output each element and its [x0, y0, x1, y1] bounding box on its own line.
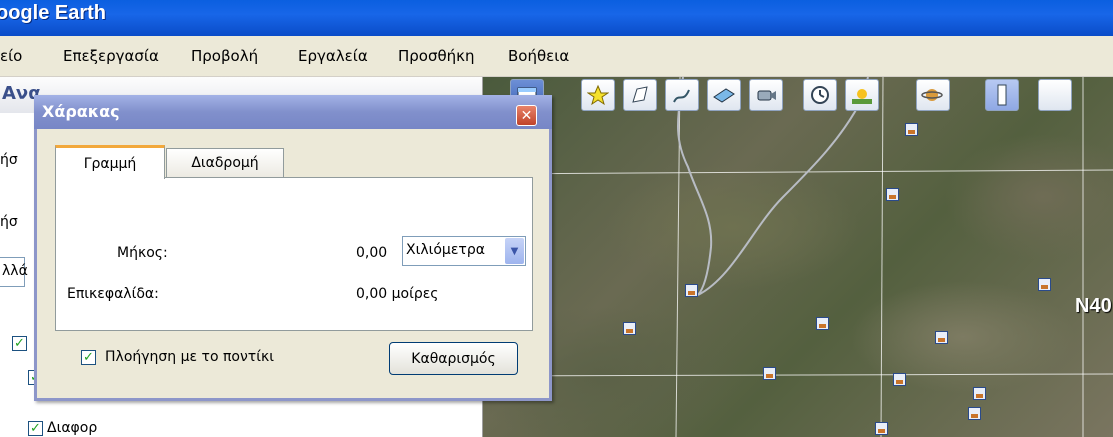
heading-label: Επικεφαλίδα: — [67, 286, 159, 302]
layer-checkbox[interactable]: ✓ — [12, 336, 27, 351]
sunlight-icon[interactable] — [845, 79, 879, 111]
lat-long-grid — [483, 77, 1113, 437]
menu-view[interactable]: Προβολή — [191, 47, 258, 65]
left-panel-fragment: ήσ — [0, 152, 18, 168]
window-title: oogle Earth — [0, 2, 107, 24]
photo-marker-icon[interactable] — [875, 422, 888, 435]
planets-icon[interactable] — [916, 79, 950, 111]
left-panel-fragment: ήσ — [0, 214, 18, 230]
map-toolbar — [483, 79, 1113, 115]
tab-path-label: Διαδρομή — [191, 155, 259, 171]
photo-marker-icon[interactable] — [893, 373, 906, 386]
length-label: Μήκος: — [117, 245, 168, 261]
polygon-icon[interactable] — [623, 79, 657, 111]
search-input[interactable]: λλά — [0, 257, 28, 287]
tab-line-label: Γραμμή — [83, 155, 137, 172]
heading-value: 0,00 μοίρες — [356, 286, 439, 302]
layer-label: Διαφορ — [47, 420, 98, 436]
ruler-icon[interactable] — [985, 79, 1019, 111]
photo-marker-icon[interactable] — [816, 317, 829, 330]
length-value: 0,00 — [356, 245, 388, 261]
image-overlay-icon[interactable] — [707, 79, 741, 111]
photo-marker-icon[interactable] — [968, 407, 981, 420]
clear-button[interactable]: Καθαρισμός — [389, 342, 518, 375]
menu-file[interactable]: είο — [0, 47, 22, 65]
ruler-dialog-title-bar[interactable]: Χάρακας — [34, 95, 552, 129]
chevron-down-icon[interactable]: ▼ — [505, 238, 524, 264]
path-icon[interactable] — [665, 79, 699, 111]
map-overlay — [483, 77, 1113, 437]
photo-marker-icon[interactable] — [886, 188, 899, 201]
tab-path[interactable]: Διαδρομή — [166, 148, 284, 178]
menu-help[interactable]: Βοήθεια — [508, 47, 569, 65]
map-coordinate-label: N40 — [1075, 295, 1112, 317]
window-title-bar: oogle Earth — [0, 0, 1113, 36]
photo-marker-icon[interactable] — [973, 387, 986, 400]
photo-marker-icon[interactable] — [905, 123, 918, 136]
unit-select-value: Χιλιόμετρα — [406, 242, 485, 258]
menu-edit[interactable]: Επεξεργασία — [63, 47, 159, 65]
close-icon[interactable]: ✕ — [516, 105, 537, 126]
record-tour-icon[interactable] — [749, 79, 783, 111]
layer-item[interactable]: ✓ Διαφορ — [28, 420, 97, 436]
clear-button-label: Καθαρισμός — [411, 350, 496, 367]
map-view[interactable] — [483, 77, 1113, 437]
photo-marker-icon[interactable] — [623, 322, 636, 335]
unit-select[interactable]: Χιλιόμετρα ▼ — [402, 236, 526, 266]
layer-checkbox[interactable]: ✓ — [28, 420, 43, 436]
menu-add[interactable]: Προσθήκη — [398, 47, 475, 65]
ruler-dialog-title: Χάρακας — [42, 102, 120, 121]
mouse-navigation-label: Πλοήγηση με το ποντίκι — [105, 349, 274, 365]
tab-line[interactable]: Γραμμή — [55, 145, 165, 179]
placemark-icon[interactable] — [581, 79, 615, 111]
mouse-navigation-option[interactable]: ✓ Πλοήγηση με το ποντίκι — [81, 349, 274, 365]
search-input-value: λλά — [2, 263, 28, 279]
photo-marker-icon[interactable] — [763, 367, 776, 380]
historical-imagery-icon[interactable] — [803, 79, 837, 111]
menu-tools[interactable]: Εργαλεία — [298, 47, 368, 65]
mouse-navigation-checkbox[interactable]: ✓ — [81, 349, 96, 365]
photo-marker-icon[interactable] — [685, 284, 698, 297]
photo-marker-icon[interactable] — [1038, 278, 1051, 291]
photo-marker-icon[interactable] — [935, 331, 948, 344]
menu-bar: είο Επεξεργασία Προβολή Εργαλεία Προσθήκ… — [0, 36, 1113, 77]
toolbar-overflow-button[interactable] — [1038, 79, 1072, 111]
